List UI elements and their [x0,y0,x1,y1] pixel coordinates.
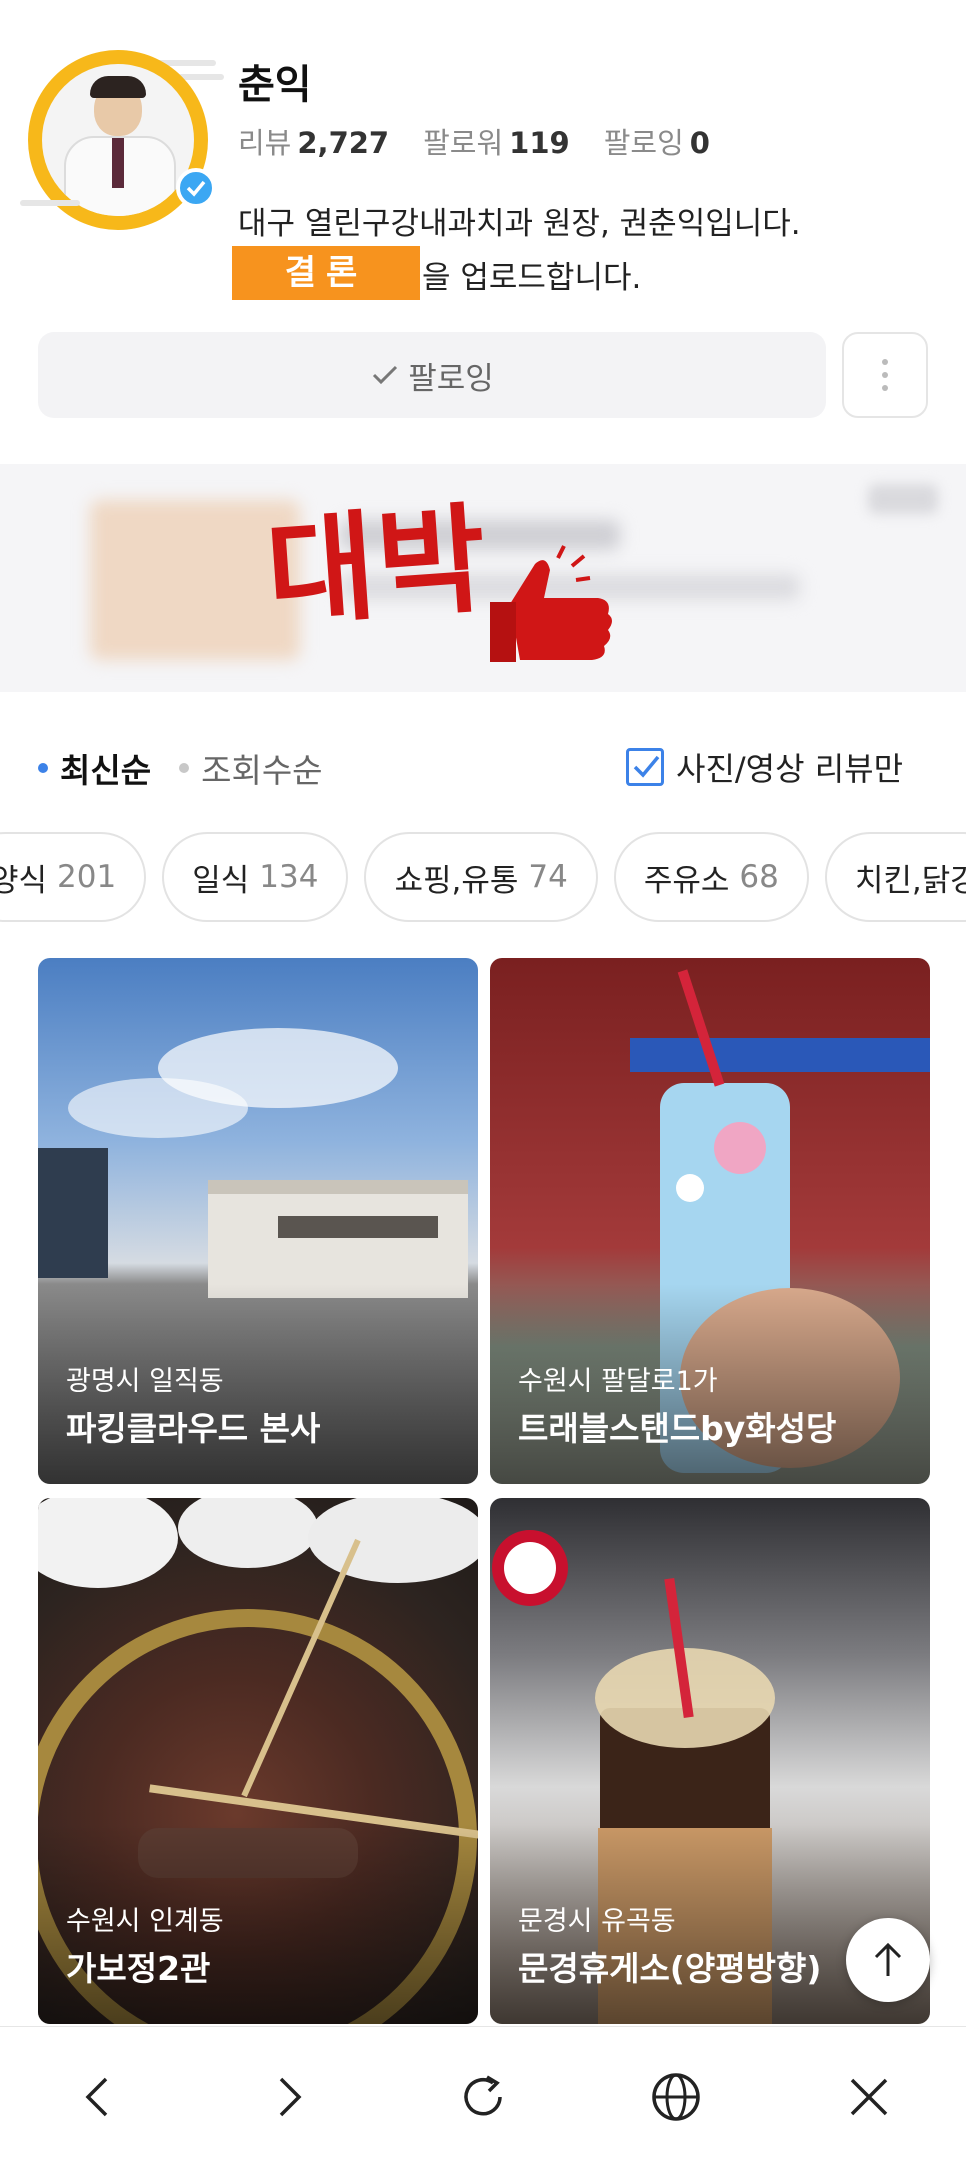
close-button[interactable] [824,2052,914,2142]
more-vertical-icon [882,359,888,391]
stat-label: 팔로워 [423,126,504,160]
arrow-up-icon [874,1942,902,1976]
stat-followers[interactable]: 팔로워 119 [423,120,570,162]
card-location: 수원시 팔달로1가 [518,1366,718,1397]
card-title: 트래블스탠드by화성당 [518,1409,837,1448]
refresh-button[interactable] [438,2052,528,2142]
category-chip[interactable]: 일식 134 [162,832,349,922]
back-button[interactable] [52,2052,142,2142]
card-title: 문경휴게소(양평방향) [518,1949,822,1988]
chip-count: 68 [739,859,779,895]
chip-label: 주유소 [643,862,730,899]
sort-latest-label: 최신순 [60,751,152,790]
scroll-to-top-button[interactable] [846,1918,930,2002]
card-title: 가보정2관 [66,1949,211,1988]
banner-blurred-text [868,484,938,514]
chip-label: 양식 [0,862,48,899]
thumbs-up-icon [490,545,612,662]
chip-label: 치킨,닭강 [854,862,966,899]
ad-banner[interactable]: 대박 [0,464,966,692]
dot-icon [38,763,48,773]
follow-button[interactable]: 팔로잉 [38,332,826,418]
category-chip[interactable]: 주유소 68 [613,832,809,922]
sticker-text: 대박 [262,488,493,643]
stat-label: 리뷰 [238,126,292,160]
stat-label: 팔로잉 [603,126,684,160]
sort-views[interactable]: 조회수순 [179,744,323,792]
decor-line [20,200,80,206]
more-options-button[interactable] [842,332,928,418]
checkbox-checked-icon[interactable] [626,748,664,786]
bio-line-2-text: 을 업로드합니다. [422,260,642,296]
chevron-left-icon [85,2077,107,2116]
verified-badge-icon [176,168,216,208]
category-chip[interactable]: 치킨,닭강 [824,832,966,922]
dot-icon [179,763,190,773]
chevron-right-icon [279,2077,302,2116]
review-card[interactable]: 수원시 인계동 가보정2관 [38,1498,478,2024]
card-location: 문경시 유곡동 [518,1906,676,1937]
globe-icon [652,2072,700,2121]
stat-reviews[interactable]: 리뷰 2,727 [238,120,389,162]
bio-line-1: 대구 열린구강내과치과 원장, 권춘익입니다. [238,206,801,242]
sort-options: 최신순 조회수순 [38,744,323,792]
photo-video-filter[interactable]: 사진/영상 리뷰만 [626,744,903,790]
profile-stats: 리뷰 2,727 팔로워 119 팔로잉 0 [238,120,710,162]
card-location: 광명시 일직동 [66,1366,224,1397]
chip-count: 201 [57,859,117,895]
follow-button-label: 팔로잉 [408,360,494,397]
chip-count: 134 [259,859,319,895]
review-card[interactable]: 수원시 팔달로1가 트래블스탠드by화성당 [490,958,930,1484]
category-chip[interactable]: 양식 201 [0,832,147,922]
avatar[interactable] [20,50,224,230]
redaction-label: 결론 [232,246,420,300]
stat-value: 119 [509,126,570,160]
chip-label: 일식 [192,862,250,899]
sort-latest[interactable]: 최신순 [38,744,151,792]
browser-nav-bar [0,2026,966,2166]
chip-count: 74 [528,859,568,895]
sort-views-label: 조회수순 [201,751,323,790]
card-location: 수원시 인계동 [66,1906,224,1937]
photo-video-filter-label: 사진/영상 리뷰만 [676,750,904,788]
close-icon [851,2078,888,2115]
category-chip[interactable]: 쇼핑,유통 74 [364,832,598,922]
category-chips: 양식 201 일식 134 쇼핑,유통 74 주유소 68 치킨,닭강 [0,832,966,922]
stat-following[interactable]: 팔로잉 0 [604,120,710,162]
chip-label: 쇼핑,유통 [394,862,519,899]
review-card[interactable]: 광명시 일직동 파킹클라우드 본사 [38,958,478,1484]
avatar-photo [42,64,194,216]
check-icon [373,365,398,385]
forward-button[interactable] [245,2052,335,2142]
stat-value: 2,727 [297,126,390,160]
globe-button[interactable] [631,2052,721,2142]
profile-name: 춘익 [238,62,312,108]
refresh-icon [464,2074,502,2115]
card-title: 파킹클라우드 본사 [66,1409,321,1448]
stat-value: 0 [689,126,710,160]
